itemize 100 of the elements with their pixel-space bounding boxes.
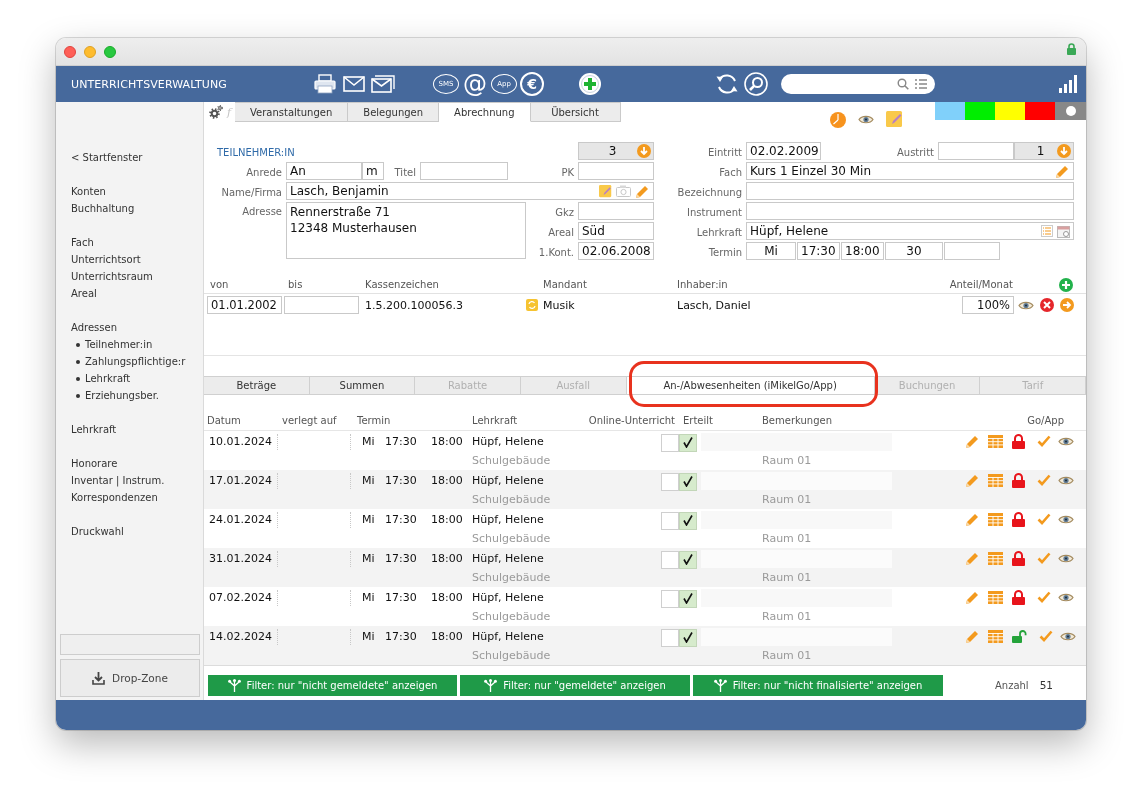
to-date-field[interactable] [284, 296, 359, 314]
from-date-field[interactable]: 01.01.2002 [207, 296, 282, 314]
sync-icon[interactable] [526, 299, 538, 311]
address-field[interactable]: Rennerstraße 71 12348 Musterhausen [286, 202, 526, 259]
table-icon[interactable] [988, 434, 1003, 448]
weekday-field[interactable]: Mi [746, 242, 796, 260]
sidebar-link[interactable]: Areal [56, 285, 97, 302]
tab[interactable]: Übersicht [530, 102, 621, 122]
sidebar-link[interactable]: Honorare [56, 455, 118, 472]
eye-icon[interactable] [1058, 513, 1074, 525]
tab[interactable]: Abrechnung [439, 102, 531, 122]
sidebar-link[interactable]: Lehrkraft [56, 421, 117, 438]
entry-date-field[interactable]: 02.02.2009 [746, 142, 821, 160]
tab[interactable]: Summen [309, 377, 416, 394]
instrument-field[interactable] [746, 202, 1074, 220]
pk-field[interactable] [578, 162, 654, 180]
pencil-icon[interactable] [635, 183, 650, 199]
list-icon[interactable] [915, 79, 927, 89]
eye-icon[interactable] [1018, 299, 1034, 311]
duration-field[interactable]: 30 [885, 242, 943, 260]
filter-button[interactable]: Filter: nur "nicht gemeldete" anzeigen [208, 675, 457, 696]
currency-button[interactable]: € [520, 72, 544, 96]
zoom-icon[interactable] [104, 45, 116, 58]
filter-button[interactable]: Filter: nur "gemeldete" anzeigen [460, 675, 690, 696]
drop-zone-button[interactable]: Drop-Zone [60, 659, 200, 697]
gkz-field[interactable] [578, 202, 654, 220]
padlock-icon[interactable] [1012, 589, 1025, 605]
color-swatch[interactable] [965, 102, 995, 120]
print-button[interactable] [312, 71, 338, 97]
tab[interactable]: An-/Abwesenheiten (iMikelGo/App) [626, 377, 875, 394]
tab[interactable]: Belegungen [348, 102, 440, 122]
sidebar-link[interactable]: Druckwahl [56, 523, 124, 540]
sidebar-link[interactable]: Erziehungsber. [56, 387, 160, 404]
color-swatch[interactable] [935, 102, 965, 120]
end-time-field[interactable]: 18:00 [841, 242, 884, 260]
search-button[interactable] [743, 71, 769, 97]
calendar-icon[interactable] [1057, 224, 1070, 238]
checkbox[interactable] [661, 589, 679, 608]
table-icon[interactable] [988, 629, 1003, 643]
settings-icon[interactable] [209, 105, 223, 119]
checkbox[interactable] [679, 511, 697, 530]
check-icon[interactable] [1037, 474, 1051, 486]
area-field[interactable]: Süd [578, 222, 654, 240]
filter-button[interactable]: Filter: nur "nicht finalisierte" anzeigen [693, 675, 943, 696]
checkbox[interactable] [661, 511, 679, 530]
checkbox[interactable] [679, 433, 697, 452]
pencil-icon[interactable] [965, 589, 980, 605]
sidebar-link[interactable]: Fach [56, 234, 94, 251]
sidebar-link[interactable]: Konten [56, 183, 106, 200]
check-icon[interactable] [1037, 552, 1051, 564]
checkbox[interactable] [679, 550, 697, 569]
list-icon[interactable] [1041, 225, 1053, 237]
sidebar-link[interactable]: < Startfenster [56, 149, 143, 166]
table-icon[interactable] [988, 551, 1003, 565]
sticky-note-icon[interactable] [599, 184, 612, 198]
open-padlock-icon[interactable] [1012, 629, 1027, 643]
padlock-icon[interactable] [1012, 472, 1025, 488]
exit-date-field[interactable] [938, 142, 1014, 160]
table-icon[interactable] [988, 512, 1003, 526]
designation-field[interactable] [746, 182, 1074, 200]
checkbox[interactable] [661, 628, 679, 647]
sidebar-link[interactable]: Inventar | Instrum. [56, 472, 165, 489]
sidebar-link[interactable]: Unterrichtsort [56, 251, 141, 268]
checkbox[interactable] [661, 550, 679, 569]
eye-icon[interactable] [1058, 591, 1074, 603]
name-field[interactable]: Lasch, Benjamin [286, 182, 654, 200]
sidebar-link[interactable]: Buchhaltung [56, 200, 135, 217]
search-field[interactable] [781, 74, 935, 94]
padlock-icon[interactable] [1012, 433, 1025, 449]
color-swatch[interactable] [1025, 102, 1055, 120]
padlock-icon[interactable] [1012, 550, 1025, 566]
check-icon[interactable] [1037, 435, 1051, 447]
sidebar-link[interactable]: Teilnehmer:in [56, 336, 153, 353]
pencil-icon[interactable] [965, 511, 980, 527]
pencil-icon[interactable] [965, 433, 980, 449]
gender-field[interactable]: m [362, 162, 384, 180]
eye-icon[interactable] [1058, 435, 1074, 447]
title-field[interactable] [420, 162, 508, 180]
camera-icon[interactable] [616, 185, 631, 197]
dropdown-icon[interactable] [637, 144, 651, 158]
add-button[interactable] [577, 71, 603, 97]
table-icon[interactable] [988, 473, 1003, 487]
eye-icon[interactable] [1058, 474, 1074, 486]
sidebar-link[interactable]: Adressen [56, 319, 117, 336]
dropdown-icon[interactable] [1057, 144, 1071, 158]
symbol-button[interactable]: @ [462, 71, 488, 97]
arrow-right-icon[interactable] [1060, 298, 1074, 312]
refresh-button[interactable] [714, 71, 740, 97]
eye-icon[interactable] [1060, 630, 1076, 642]
tab[interactable]: Beträge [204, 377, 310, 394]
check-icon[interactable] [1039, 630, 1053, 642]
search-icon[interactable] [897, 78, 909, 90]
counter-field[interactable]: 3 [578, 142, 654, 160]
color-swatch[interactable] [995, 102, 1025, 120]
check-icon[interactable] [1037, 513, 1051, 525]
first-contact-field[interactable]: 02.06.2008 [578, 242, 654, 260]
remove-icon[interactable] [1040, 298, 1054, 312]
padlock-icon[interactable] [1012, 511, 1025, 527]
pencil-icon[interactable] [965, 628, 980, 644]
extra-field[interactable] [944, 242, 1000, 260]
